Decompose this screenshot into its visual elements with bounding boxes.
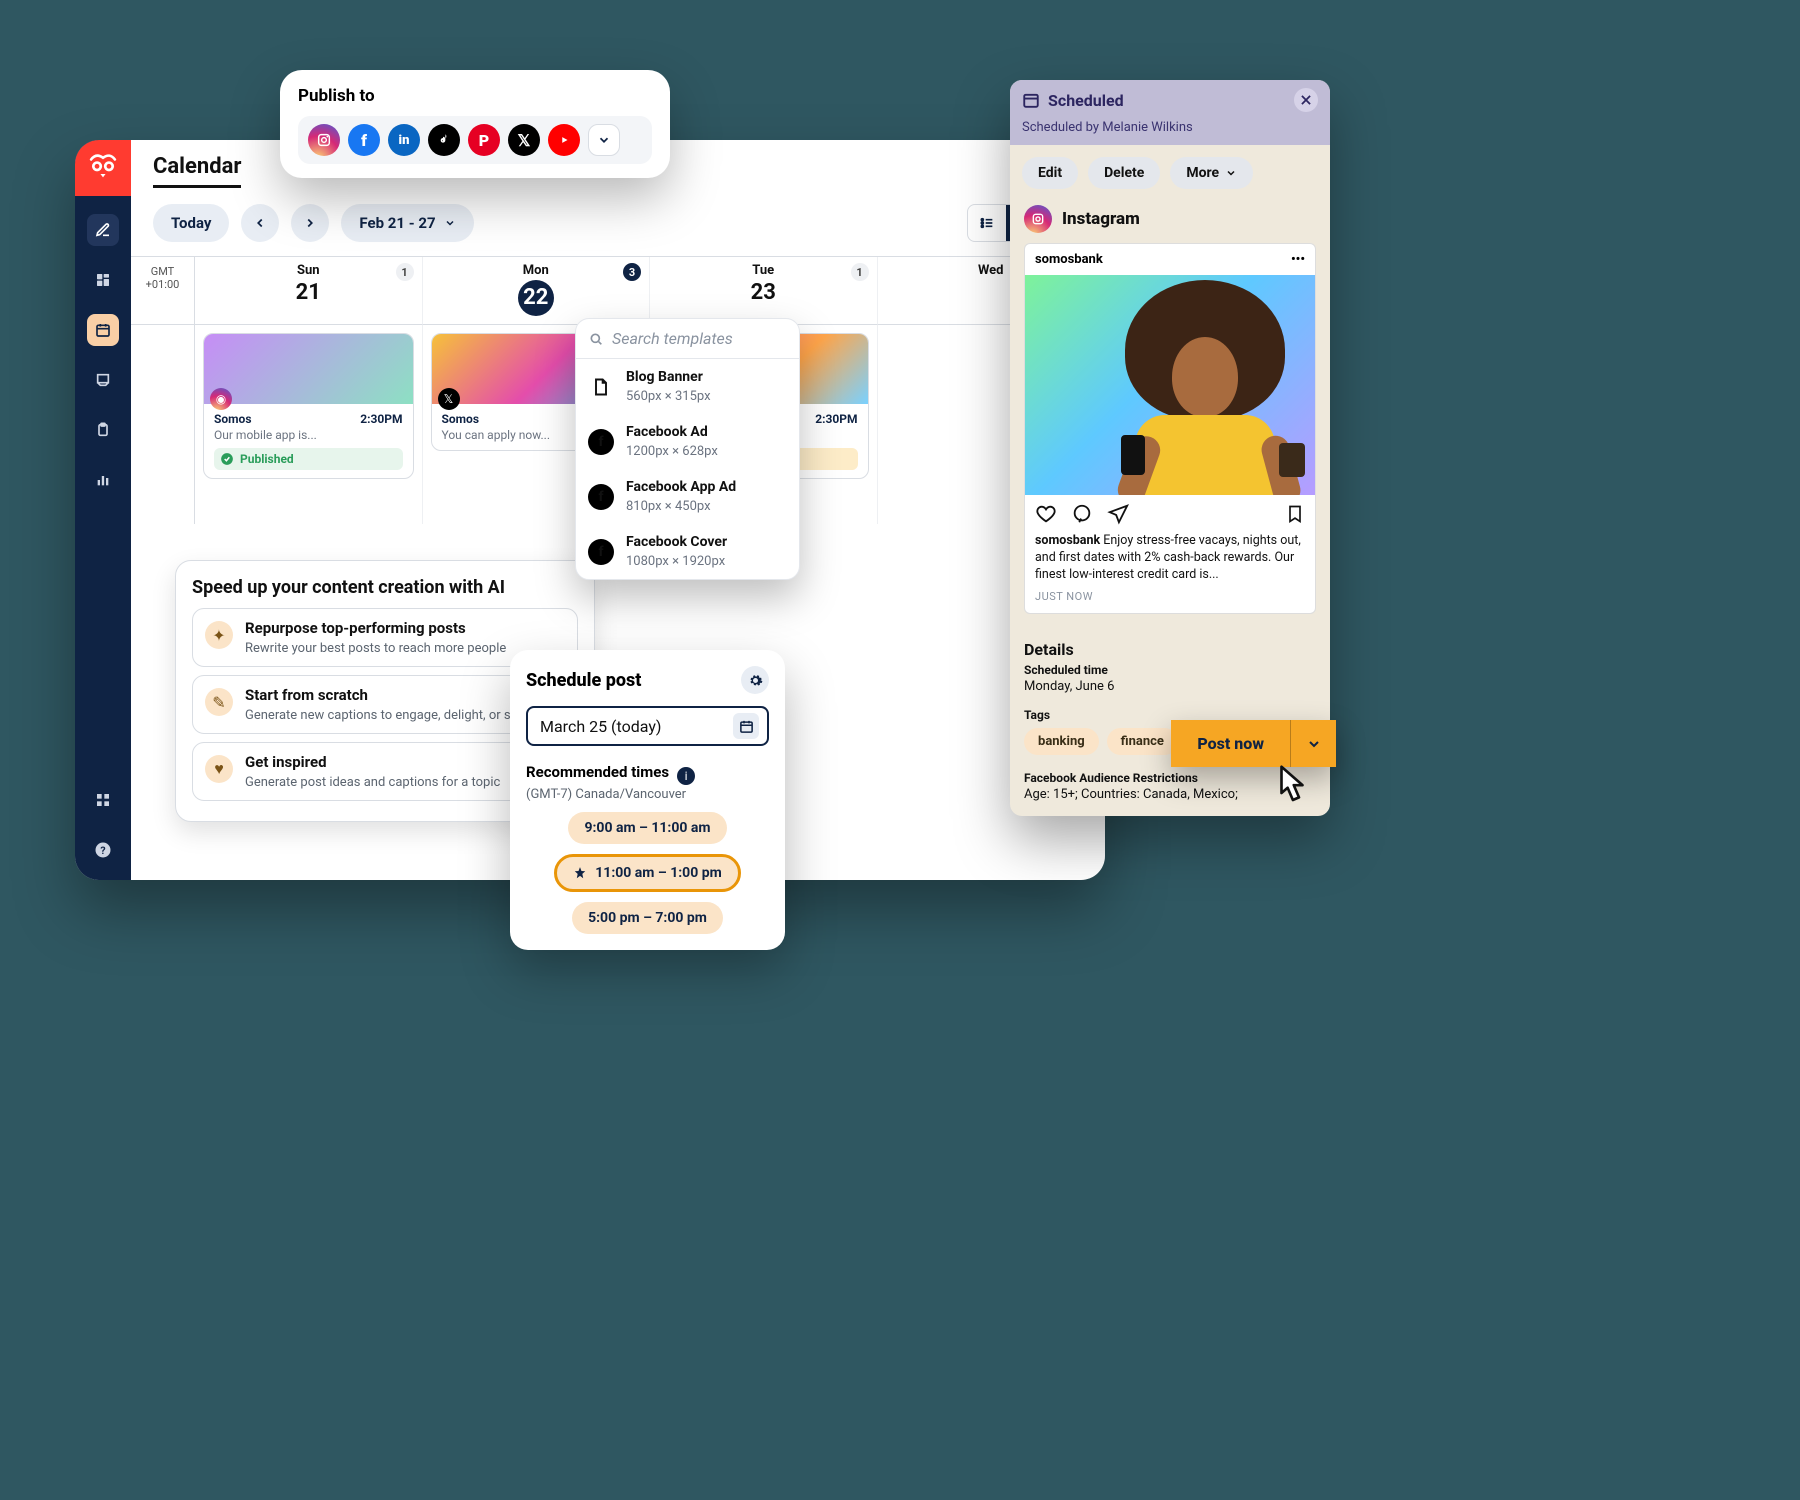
bulb-icon: ♥ (205, 755, 233, 783)
tag[interactable]: banking (1024, 728, 1099, 755)
star-icon (573, 866, 587, 880)
time-slot[interactable]: 9:00 am – 11:00 am (568, 812, 726, 844)
pencil-icon: ✎ (205, 688, 233, 716)
post-detail-panel: Scheduled Scheduled by Melanie Wilkins E… (1010, 80, 1330, 816)
calendar-icon (733, 713, 759, 739)
more-icon[interactable]: ••• (1291, 252, 1305, 267)
calendar-icon[interactable] (87, 314, 119, 346)
day-header-mon[interactable]: Mon223 (423, 257, 651, 324)
date-input[interactable]: March 25 (today) (526, 706, 769, 746)
youtube-icon[interactable] (548, 124, 580, 156)
account-name[interactable]: somosbank (1035, 252, 1103, 267)
post-image (1025, 275, 1315, 495)
heart-icon[interactable] (1035, 503, 1057, 525)
more-button[interactable]: More (1170, 157, 1253, 189)
detail-network: Instagram (1010, 201, 1330, 243)
inbox-icon[interactable] (87, 364, 119, 396)
calendar-icon (1022, 91, 1040, 109)
templates-popover: Search templates Blog Banner560px × 315p… (575, 318, 800, 580)
network-selector[interactable]: f in P 𝕏 (298, 116, 652, 164)
facebook-icon[interactable]: f (348, 124, 380, 156)
view-list-icon[interactable] (968, 205, 1006, 241)
linkedin-icon[interactable]: in (388, 124, 420, 156)
template-item[interactable]: f Facebook App Ad810px × 450px (576, 469, 799, 524)
today-button[interactable]: Today (153, 204, 229, 242)
time-slot[interactable]: 5:00 pm – 7:00 pm (572, 902, 723, 934)
post-card[interactable]: ◉ Somos2:30PM Our mobile app is... Publi… (203, 333, 414, 479)
template-search[interactable]: Search templates (576, 319, 799, 359)
prev-button[interactable] (241, 204, 279, 242)
ai-title: Speed up your content creation with AI (192, 577, 578, 598)
gutter-cell (131, 324, 195, 524)
publish-title: Publish to (298, 86, 652, 106)
tag[interactable]: finance (1107, 728, 1178, 755)
next-button[interactable] (291, 204, 329, 242)
help-icon[interactable]: ? (87, 834, 119, 866)
dashboard-icon[interactable] (87, 264, 119, 296)
cell-sun[interactable]: ◉ Somos2:30PM Our mobile app is... Publi… (195, 324, 423, 524)
pinterest-icon[interactable]: P (468, 124, 500, 156)
status-published: Published (214, 448, 403, 470)
template-item[interactable]: Blog Banner560px × 315px (576, 359, 799, 414)
brand-logo[interactable] (75, 140, 131, 196)
detail-header: Scheduled (1010, 80, 1330, 120)
facebook-icon: f (588, 539, 614, 565)
schedule-panel: Schedule post March 25 (today) Recommend… (510, 650, 785, 950)
rec-times-label: Recommended times (526, 763, 669, 781)
x-icon[interactable]: 𝕏 (508, 124, 540, 156)
analytics-icon[interactable] (87, 464, 119, 496)
day-header-sun[interactable]: Sun211 (195, 257, 423, 324)
gear-icon[interactable] (741, 666, 769, 694)
wand-icon: ✦ (205, 621, 233, 649)
time-slot-best[interactable]: 11:00 am – 1:00 pm (554, 854, 740, 892)
calendar-toolbar: Today Feb 21 - 27 (131, 194, 1105, 256)
date-range-picker[interactable]: Feb 21 - 27 (341, 204, 473, 242)
detail-actions: Edit Delete More (1010, 145, 1330, 201)
clipboard-icon[interactable] (87, 414, 119, 446)
apps-icon[interactable] (87, 784, 119, 816)
facebook-icon: f (588, 484, 614, 510)
svg-text:?: ? (100, 844, 105, 857)
facebook-icon: f (588, 429, 614, 455)
edit-button[interactable]: Edit (1022, 157, 1078, 189)
template-item[interactable]: f Facebook Cover1080px × 1920px (576, 524, 799, 579)
template-item[interactable]: f Facebook Ad1200px × 628px (576, 414, 799, 469)
instagram-icon: ◉ (210, 388, 232, 410)
schedule-title: Schedule post (526, 670, 641, 691)
timezone-label: GMT +01:00 (131, 257, 195, 324)
bookmark-icon[interactable] (1285, 504, 1305, 524)
post-caption: somosbank Enjoy stress-free vacays, nigh… (1025, 533, 1315, 590)
page-title: Calendar (153, 154, 241, 188)
compose-icon[interactable] (87, 214, 119, 246)
post-time: JUST NOW (1025, 590, 1315, 613)
instagram-icon[interactable] (308, 124, 340, 156)
post-preview: somosbank ••• somosbank Enjoy stress-free… (1024, 243, 1316, 614)
left-rail: ? (75, 140, 131, 880)
instagram-icon (1024, 205, 1052, 233)
close-icon[interactable] (1294, 88, 1318, 112)
scheduled-by: Scheduled by Melanie Wilkins (1010, 120, 1330, 145)
day-header-tue[interactable]: Tue231 (650, 257, 878, 324)
tiktok-icon[interactable] (428, 124, 460, 156)
publish-to-popover: Publish to f in P 𝕏 (280, 70, 670, 178)
chevron-down-icon[interactable] (588, 124, 620, 156)
cursor-icon (1264, 758, 1320, 814)
search-icon (588, 331, 604, 347)
share-icon[interactable] (1107, 503, 1129, 525)
comment-icon[interactable] (1071, 503, 1093, 525)
delete-button[interactable]: Delete (1088, 157, 1160, 189)
info-icon[interactable]: i (677, 767, 695, 785)
x-icon: 𝕏 (438, 388, 460, 410)
document-icon (588, 374, 614, 400)
date-range-label: Feb 21 - 27 (359, 214, 435, 232)
